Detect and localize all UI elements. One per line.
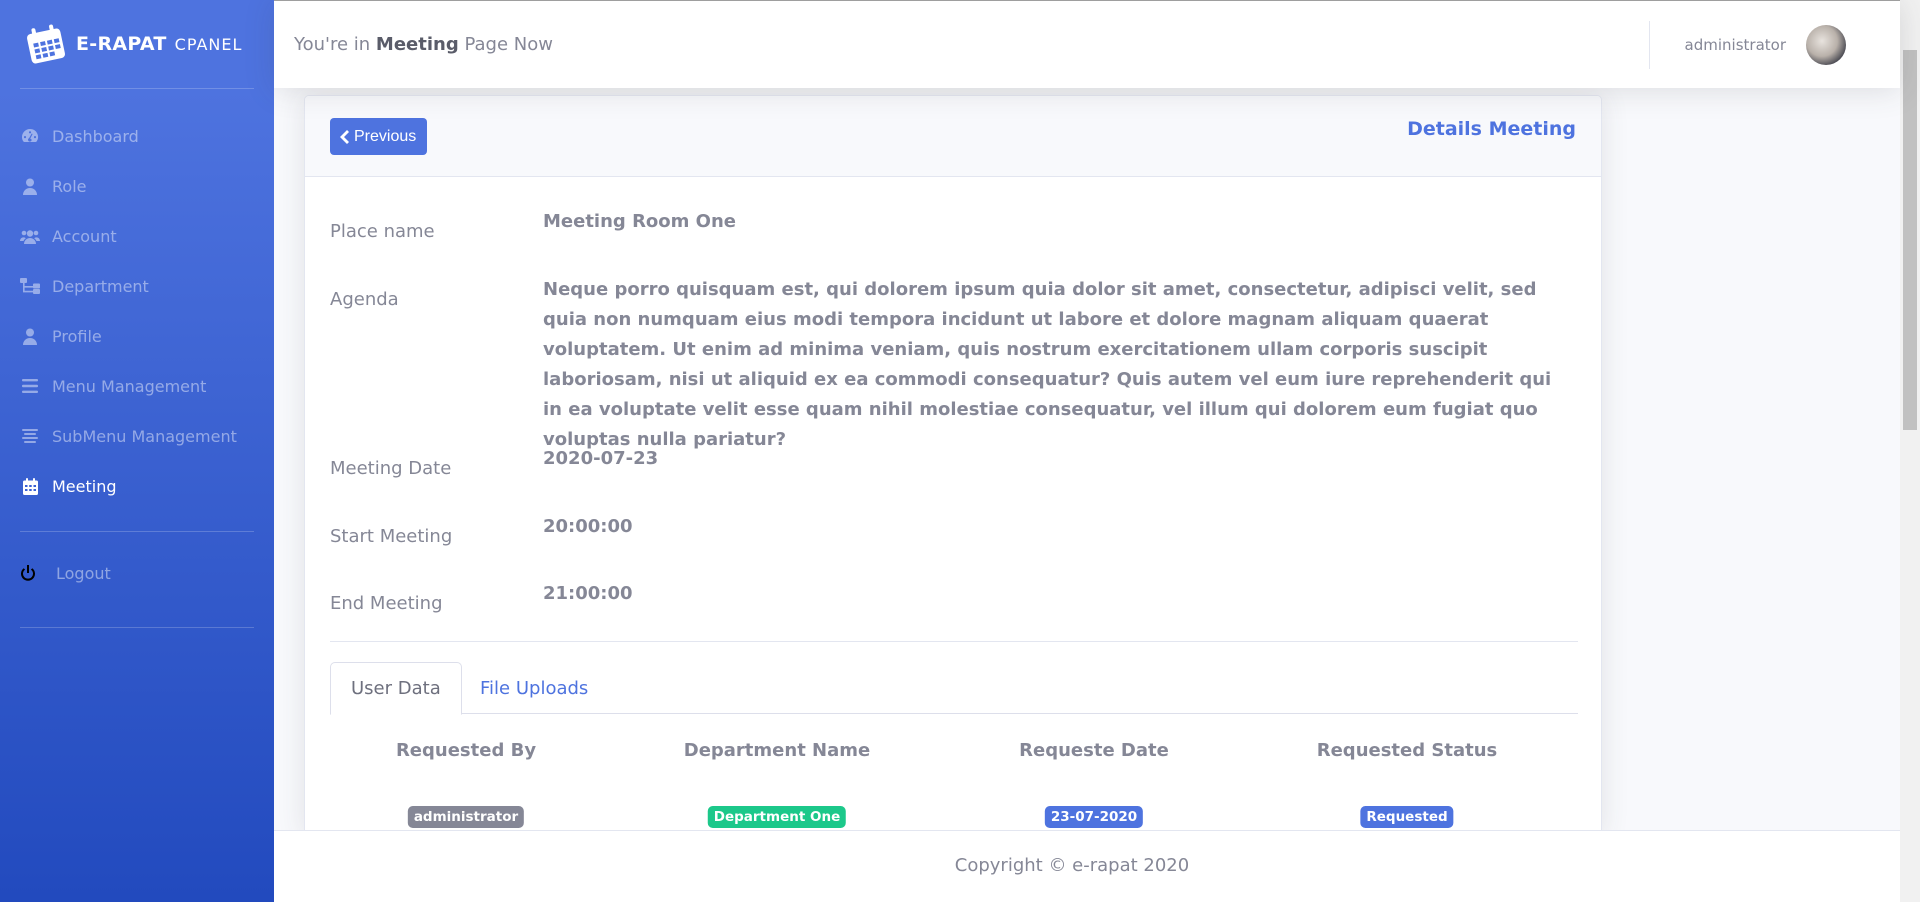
chevron-left-icon <box>340 129 349 144</box>
column-header: Requeste Date <box>1019 740 1169 761</box>
agenda-value: Neque porro quisquam est, qui dolorem ip… <box>543 279 1552 450</box>
location-suffix: Page Now <box>464 34 553 55</box>
sidebar-item-label: Profile <box>52 326 102 346</box>
topbar-divider <box>1648 21 1650 69</box>
section-divider <box>330 641 1578 642</box>
logout-link[interactable]: Logout <box>0 548 274 598</box>
location-prefix: You're in <box>294 34 371 55</box>
column-header: Department Name <box>683 740 871 761</box>
agenda-label: Agenda <box>330 289 399 310</box>
align-center-icon <box>20 427 40 445</box>
logout-label: Logout <box>56 563 111 583</box>
requested-by-badge: administrator <box>407 806 525 828</box>
sidebar-item-menu-management[interactable]: Menu Management <box>0 361 274 411</box>
sidebar: E-RAPAT CPANEL Dashboard Role Account De… <box>0 0 274 902</box>
brand-name: E-RAPAT <box>76 33 167 55</box>
users-icon <box>20 227 40 245</box>
page-location: You're in Meeting Page Now <box>274 34 553 55</box>
status-badge: Requested <box>1360 806 1454 828</box>
scrollbar-thumb[interactable] <box>1903 50 1917 430</box>
footer: Copyright © e-rapat 2020 <box>274 830 1900 902</box>
department-badge: Department One <box>707 806 847 828</box>
detail-tabs: User Data File Uploads <box>330 662 1578 715</box>
card-title: Details Meeting <box>1407 118 1576 140</box>
bars-icon <box>20 377 40 395</box>
end-label: End Meeting <box>330 593 443 614</box>
power-icon <box>20 564 40 582</box>
tab-file-uploads[interactable]: File Uploads <box>460 662 608 714</box>
brand[interactable]: E-RAPAT CPANEL <box>0 0 274 88</box>
sidebar-item-role[interactable]: Role <box>0 161 274 211</box>
sidebar-divider <box>20 531 254 532</box>
user-icon <box>20 327 40 345</box>
start-label: Start Meeting <box>330 526 453 547</box>
brand-sub: CPANEL <box>174 34 243 54</box>
details-card: Previous Details Meeting Place name Meet… <box>304 95 1602 835</box>
page-scrollbar[interactable] <box>1900 0 1920 902</box>
user-icon <box>20 177 40 195</box>
place-label: Place name <box>330 221 435 242</box>
user-dropdown[interactable]: administrator <box>1648 1 1846 89</box>
calendar-icon <box>20 477 40 495</box>
sidebar-item-label: Account <box>52 226 117 246</box>
sidebar-item-profile[interactable]: Profile <box>0 311 274 361</box>
sidebar-item-meeting[interactable]: Meeting <box>0 461 274 511</box>
topbar: You're in Meeting Page Now administrator <box>274 0 1900 88</box>
sidebar-item-dashboard[interactable]: Dashboard <box>0 111 274 161</box>
copyright: Copyright © e-rapat 2020 <box>954 855 1190 876</box>
sidebar-item-label: Dashboard <box>52 126 139 146</box>
place-value: Meeting Room One <box>543 211 737 232</box>
location-page: Meeting <box>375 34 459 55</box>
date-value: 2020-07-23 <box>543 448 659 469</box>
column-header: Requested Status <box>1316 740 1498 761</box>
sitemap-icon <box>20 277 40 295</box>
date-label: Meeting Date <box>330 458 452 479</box>
calendar-logo-icon <box>26 24 66 64</box>
sidebar-item-submenu-management[interactable]: SubMenu Management <box>0 411 274 461</box>
previous-label: Previous <box>354 127 417 145</box>
sidebar-item-label: SubMenu Management <box>52 426 237 446</box>
start-value: 20:00:00 <box>543 516 633 537</box>
sidebar-divider <box>20 627 254 628</box>
previous-button[interactable]: Previous <box>330 118 428 155</box>
table-row: administrator Department One 23-07-2020 … <box>330 806 1578 832</box>
table-header: Requested By Department Name Requeste Da… <box>330 740 1578 770</box>
end-value: 21:00:00 <box>543 583 633 604</box>
sidebar-item-label: Meeting <box>52 476 117 496</box>
sidebar-item-account[interactable]: Account <box>0 211 274 261</box>
column-header: Requested By <box>395 740 537 761</box>
avatar[interactable] <box>1806 25 1846 65</box>
user-name[interactable]: administrator <box>1685 36 1786 54</box>
tachometer-icon <box>20 127 40 145</box>
card-header: Previous Details Meeting <box>305 96 1601 177</box>
sidebar-item-label: Role <box>52 176 87 196</box>
sidebar-item-label: Department <box>52 276 149 296</box>
date-badge: 23-07-2020 <box>1044 806 1144 828</box>
sidebar-item-label: Menu Management <box>52 376 207 396</box>
sidebar-nav: Dashboard Role Account Department Profil… <box>0 89 274 511</box>
sidebar-item-department[interactable]: Department <box>0 261 274 311</box>
tab-user-data[interactable]: User Data <box>330 662 462 715</box>
